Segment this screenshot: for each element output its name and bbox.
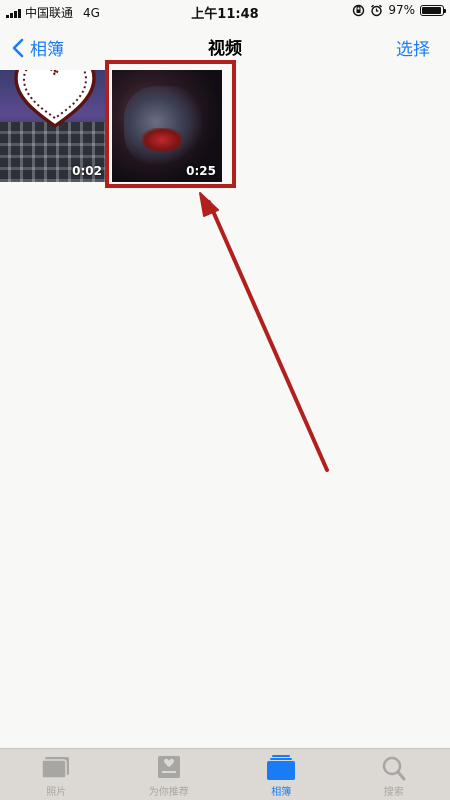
tab-for-you[interactable]: 为你推荐 — [113, 749, 226, 800]
rotation-lock-icon — [353, 4, 365, 16]
tab-label: 为你推荐 — [148, 787, 189, 798]
tab-photos[interactable]: 照片 — [0, 749, 113, 800]
tab-search[interactable]: 搜索 — [338, 749, 450, 800]
tab-label: 搜索 — [383, 787, 404, 798]
select-button[interactable]: 选择 — [396, 35, 430, 60]
for-you-icon — [157, 756, 180, 778]
photos-icon — [41, 757, 70, 779]
tab-bar: 照片 为你推荐 相簿 搜索 — [0, 748, 450, 800]
video-thumbnail[interactable]: 0:02 — [0, 70, 108, 182]
battery-fill — [422, 6, 442, 14]
battery-icon — [420, 4, 446, 16]
tab-label: 相簿 — [271, 787, 292, 798]
heart-sticker-icon — [14, 70, 96, 129]
albums-icon — [267, 755, 296, 780]
highlight-box — [105, 60, 236, 188]
battery-percent: 97% — [388, 3, 415, 17]
tab-albums[interactable]: 相簿 — [225, 749, 338, 800]
status-bar: 中国联通 4G 上午11:48 97% — [0, 0, 450, 22]
video-duration: 0:02 — [72, 164, 102, 178]
status-right: 97% — [352, 3, 446, 17]
page-title: 视频 — [208, 39, 242, 59]
alarm-icon — [371, 4, 383, 16]
tab-label: 照片 — [46, 787, 67, 798]
search-icon — [382, 756, 406, 781]
